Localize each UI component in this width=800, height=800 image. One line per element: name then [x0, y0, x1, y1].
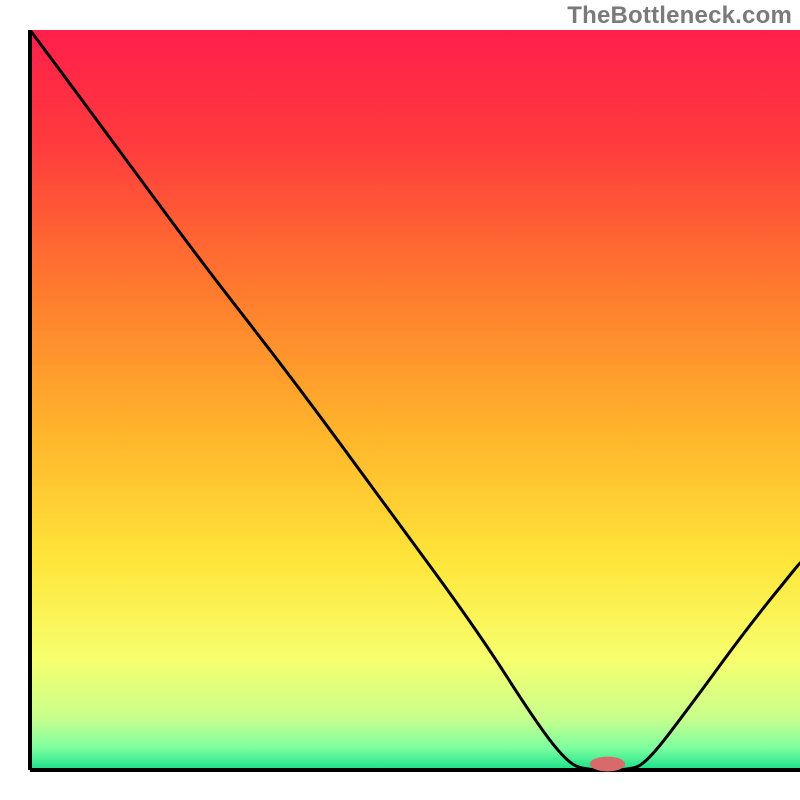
- gradient-background: [30, 30, 800, 770]
- bottleneck-chart: [0, 0, 800, 800]
- chart-container: TheBottleneck.com: [0, 0, 800, 800]
- watermark-text: TheBottleneck.com: [567, 2, 792, 30]
- optimum-marker: [590, 757, 625, 772]
